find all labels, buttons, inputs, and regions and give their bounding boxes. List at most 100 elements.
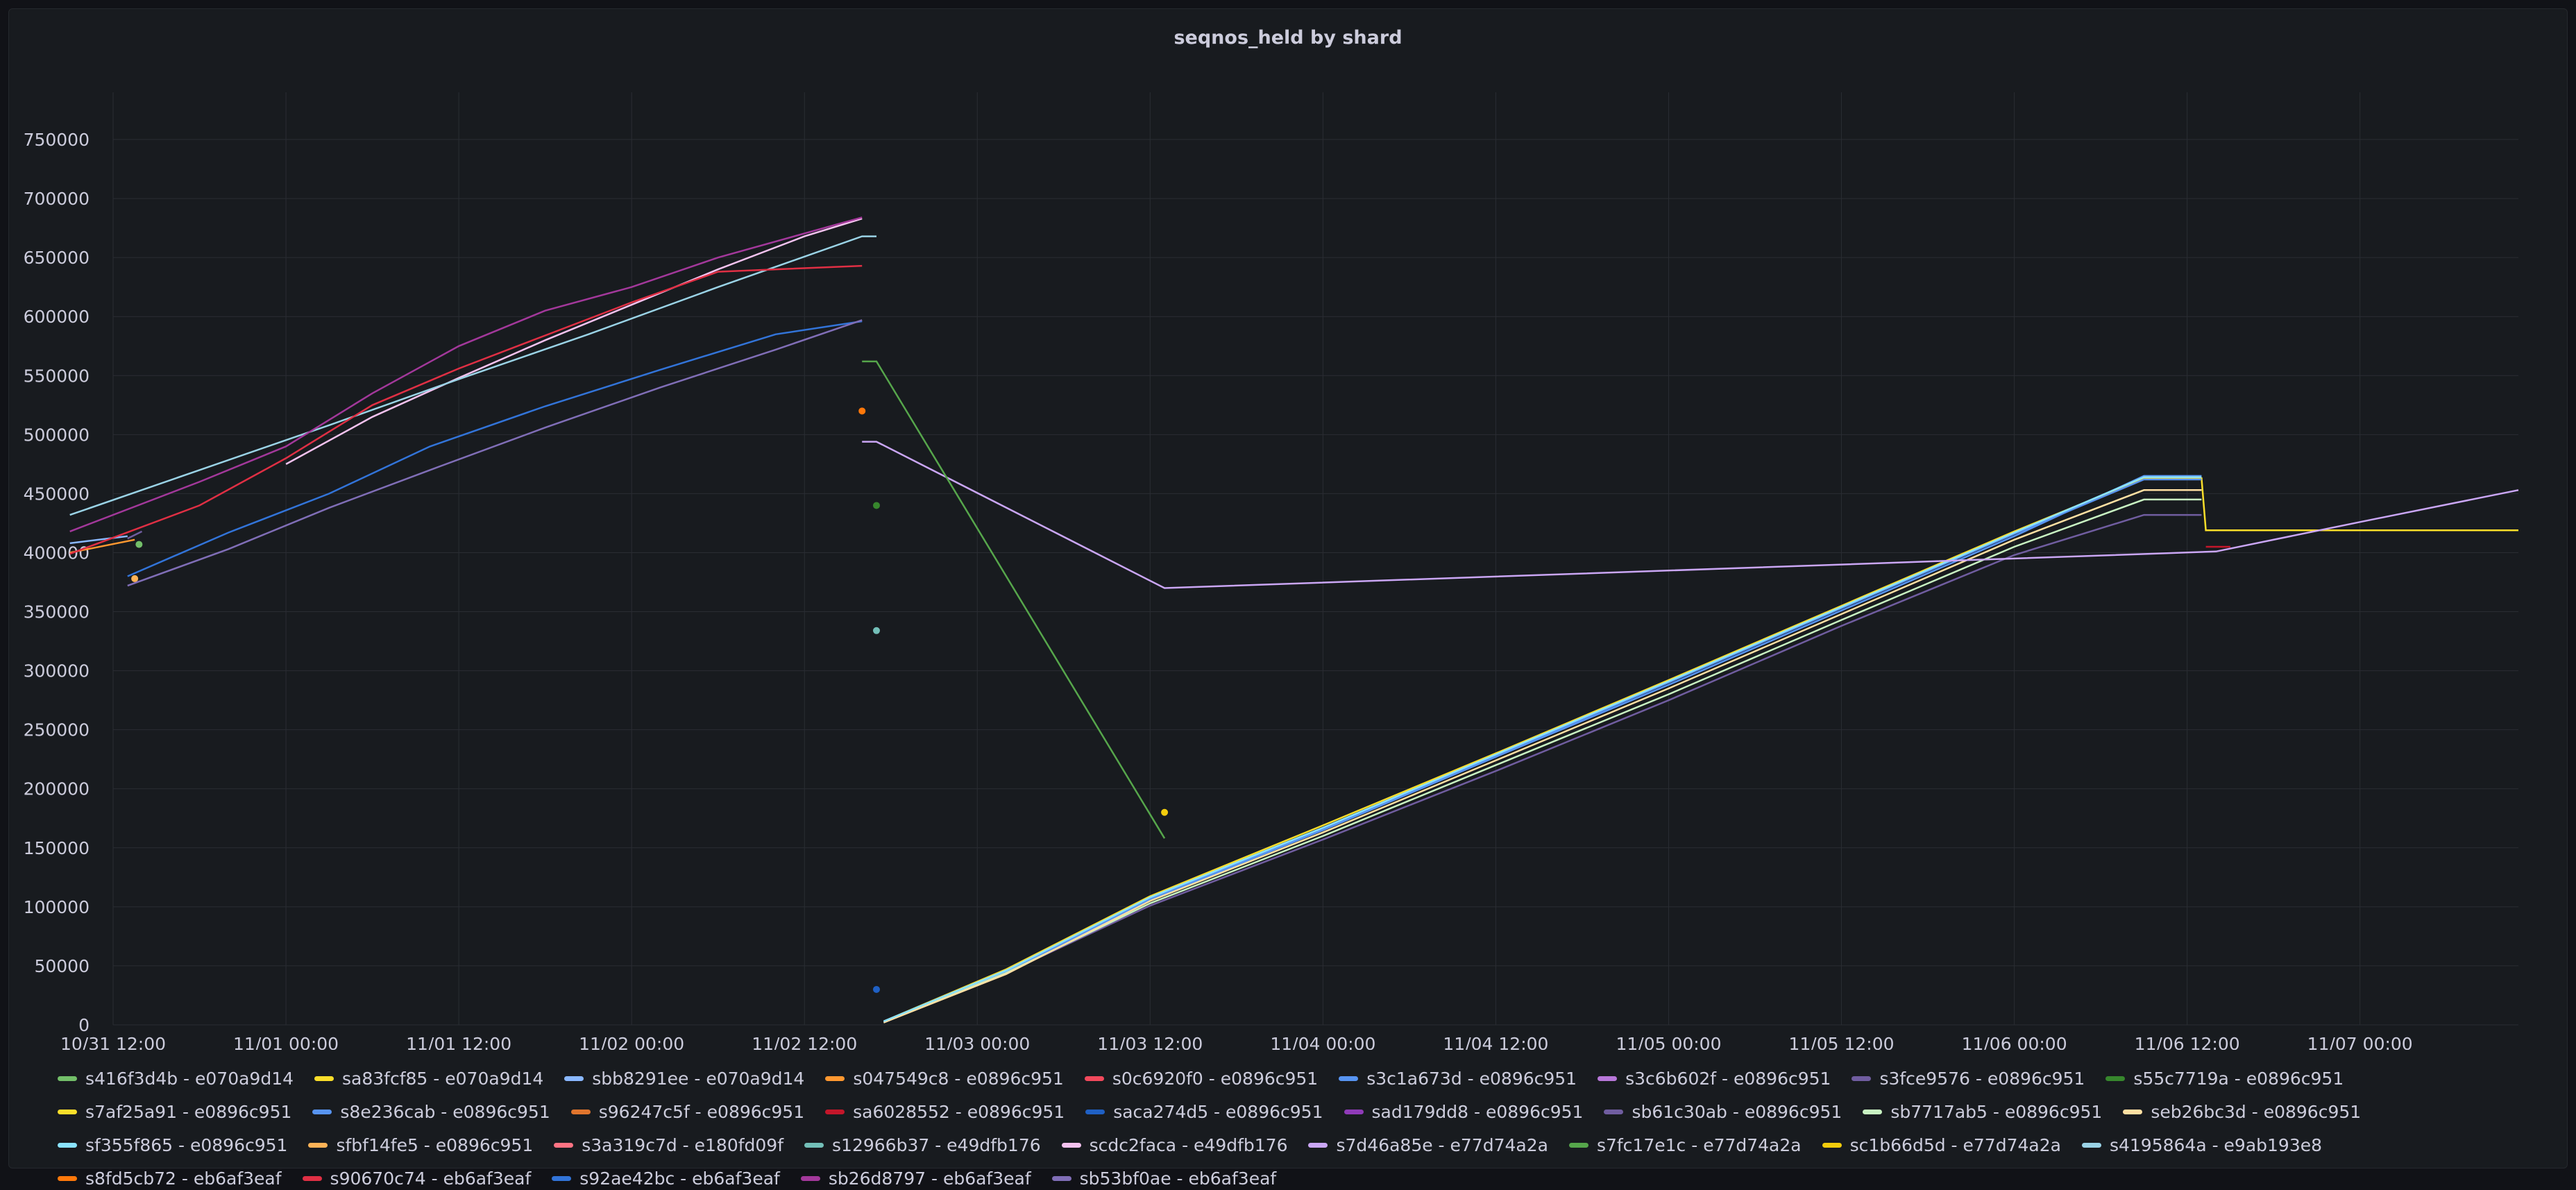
- legend-label: s416f3d4b - e070a9d14: [85, 1068, 294, 1089]
- series-point: [872, 502, 880, 509]
- legend-swatch: [1568, 1142, 1588, 1148]
- legend-label: s90670c74 - eb6af3eaf: [330, 1168, 532, 1189]
- legend-item[interactable]: sb7717ab5 - e0896c951: [1863, 1100, 2102, 1123]
- legend-item[interactable]: sad179dd8 - e0896c951: [1344, 1100, 1584, 1123]
- series-line: [883, 489, 2202, 1023]
- x-tick-label: 11/02 12:00: [752, 1034, 857, 1050]
- legend-item[interactable]: sb53bf0ae - eb6af3eaf: [1051, 1166, 1277, 1190]
- x-tick-label: 11/05 00:00: [1616, 1034, 1721, 1050]
- legend-label: s7d46a85e - e77d74a2a: [1336, 1134, 1548, 1155]
- legend-item[interactable]: s92ae42bc - eb6af3eaf: [552, 1166, 780, 1190]
- legend-item[interactable]: sb26d8797 - eb6af3eaf: [800, 1166, 1031, 1190]
- x-tick-label: 11/02 00:00: [579, 1034, 684, 1050]
- legend-swatch: [564, 1076, 584, 1081]
- series-point: [858, 407, 866, 415]
- legend-item[interactable]: scdc2faca - e49dfb176: [1061, 1133, 1288, 1157]
- legend-label: s8e236cab - e0896c951: [340, 1101, 550, 1122]
- legend-label: s8fd5cb72 - eb6af3eaf: [85, 1168, 282, 1189]
- legend-label: s55c7719a - e0896c951: [2133, 1068, 2344, 1089]
- legend-label: sb53bf0ae - eb6af3eaf: [1079, 1168, 1277, 1189]
- legend-item[interactable]: sa6028552 - e0896c951: [825, 1100, 1065, 1123]
- legend-item[interactable]: s96247c5f - e0896c951: [570, 1100, 805, 1123]
- legend-item[interactable]: s3c1a673d - e0896c951: [1339, 1066, 1577, 1090]
- y-tick-label: 700000: [24, 189, 90, 209]
- legend-item[interactable]: sf355f865 - e0896c951: [58, 1133, 287, 1157]
- legend-swatch: [1061, 1142, 1081, 1148]
- series-line: [862, 360, 1166, 839]
- legend-item[interactable]: s047549c8 - e0896c951: [825, 1066, 1064, 1090]
- legend-swatch: [1344, 1109, 1364, 1114]
- legend-item[interactable]: s3a319c7d - e180fd09f: [554, 1133, 783, 1157]
- series-point: [872, 627, 880, 634]
- legend-item[interactable]: sfbf14fe5 - e0896c951: [308, 1133, 533, 1157]
- legend-label: sad179dd8 - e0896c951: [1371, 1101, 1584, 1122]
- legend-label: sc1b66d5d - e77d74a2a: [1849, 1134, 2061, 1155]
- y-tick-label: 300000: [24, 661, 90, 681]
- legend-item[interactable]: s12966b37 - e49dfb176: [804, 1133, 1041, 1157]
- legend-label: sa83fcf85 - e070a9d14: [342, 1068, 544, 1089]
- legend-swatch: [1308, 1142, 1328, 1148]
- legend-item[interactable]: sc1b66d5d - e77d74a2a: [1822, 1133, 2061, 1157]
- legend-label: s3a319c7d - e180fd09f: [582, 1134, 784, 1155]
- legend-item[interactable]: s55c7719a - e0896c951: [2105, 1066, 2344, 1090]
- y-tick-label: 250000: [24, 720, 90, 740]
- x-tick-label: 11/06 12:00: [2135, 1034, 2240, 1050]
- legend-item[interactable]: sbb8291ee - e070a9d14: [564, 1066, 804, 1090]
- legend-item[interactable]: s7d46a85e - e77d74a2a: [1308, 1133, 1548, 1157]
- legend-item[interactable]: sa83fcf85 - e070a9d14: [314, 1066, 543, 1090]
- legend-swatch: [1598, 1076, 1618, 1081]
- x-tick-label: 11/01 12:00: [406, 1034, 511, 1050]
- legend-item[interactable]: s8e236cab - e0896c951: [312, 1100, 550, 1123]
- legend-swatch: [1085, 1109, 1105, 1114]
- legend-item[interactable]: s7af25a91 - e0896c951: [58, 1100, 291, 1123]
- legend-label: s3fce9576 - e0896c951: [1879, 1068, 2085, 1089]
- legend-item[interactable]: s90670c74 - eb6af3eaf: [302, 1166, 532, 1190]
- legend-item[interactable]: s8fd5cb72 - eb6af3eaf: [58, 1166, 282, 1190]
- legend-swatch: [804, 1142, 824, 1148]
- legend-swatch: [825, 1109, 845, 1114]
- legend-label: s3c1a673d - e0896c951: [1366, 1068, 1577, 1089]
- legend-swatch: [825, 1076, 845, 1081]
- graph-panel: seqnos_held by shard 0 50000 100000 150000 2…: [8, 8, 2568, 1189]
- legend-label: sfbf14fe5 - e0896c951: [336, 1134, 534, 1155]
- series-line: [883, 475, 2202, 1023]
- series-point: [1161, 808, 1169, 816]
- y-tick-label: 600000: [24, 307, 90, 327]
- legend-label: s96247c5f - e0896c951: [598, 1101, 805, 1122]
- legend-label: s3c6b602f - e0896c951: [1625, 1068, 1831, 1089]
- series-line: [127, 530, 143, 540]
- legend-swatch: [570, 1109, 591, 1114]
- legend-item[interactable]: s4195864a - e9ab193e8: [2081, 1133, 2322, 1157]
- series-line: [883, 478, 2202, 1023]
- series-line: [285, 217, 863, 465]
- y-tick-label: 200000: [24, 779, 90, 799]
- series-line: [883, 498, 2202, 1023]
- legend-item[interactable]: s3c6b602f - e0896c951: [1598, 1066, 1831, 1090]
- y-tick-label: 550000: [24, 366, 90, 386]
- legend-item[interactable]: saca274d5 - e0896c951: [1085, 1100, 1323, 1123]
- legend-label: sa6028552 - e0896c951: [853, 1101, 1065, 1122]
- legend-label: s0c6920f0 - e0896c951: [1112, 1068, 1319, 1089]
- y-tick-label: 100000: [24, 897, 90, 917]
- legend-swatch: [58, 1109, 77, 1114]
- legend-swatch: [2081, 1142, 2101, 1148]
- series-line: [883, 513, 2202, 1023]
- legend-item[interactable]: sb61c30ab - e0896c951: [1604, 1100, 1842, 1123]
- legend-item[interactable]: s7fc17e1c - e77d74a2a: [1568, 1133, 1802, 1157]
- legend-label: scdc2faca - e49dfb176: [1089, 1134, 1288, 1155]
- x-tick-label: 11/04 00:00: [1270, 1034, 1375, 1050]
- legend-item[interactable]: s3fce9576 - e0896c951: [1852, 1066, 2085, 1090]
- legend-swatch: [1084, 1076, 1104, 1081]
- legend-item[interactable]: seb26bc3d - e0896c951: [2123, 1100, 2361, 1123]
- legend-swatch: [1822, 1142, 1842, 1148]
- series-line: [127, 320, 863, 577]
- legend-label: s047549c8 - e0896c951: [853, 1068, 1064, 1089]
- y-tick-label: 350000: [24, 602, 90, 622]
- legend-item[interactable]: s0c6920f0 - e0896c951: [1084, 1066, 1319, 1090]
- legend-item[interactable]: s416f3d4b - e070a9d14: [58, 1066, 294, 1090]
- x-tick-label: 11/06 00:00: [1962, 1034, 2067, 1050]
- legend-swatch: [1339, 1076, 1359, 1081]
- line-chart[interactable]: 0 50000 100000 150000 200000 250000 300000 3500…: [9, 9, 2568, 1050]
- legend-label: sb7717ab5 - e0896c951: [1890, 1101, 2103, 1122]
- legend-label: s92ae42bc - eb6af3eaf: [579, 1168, 780, 1189]
